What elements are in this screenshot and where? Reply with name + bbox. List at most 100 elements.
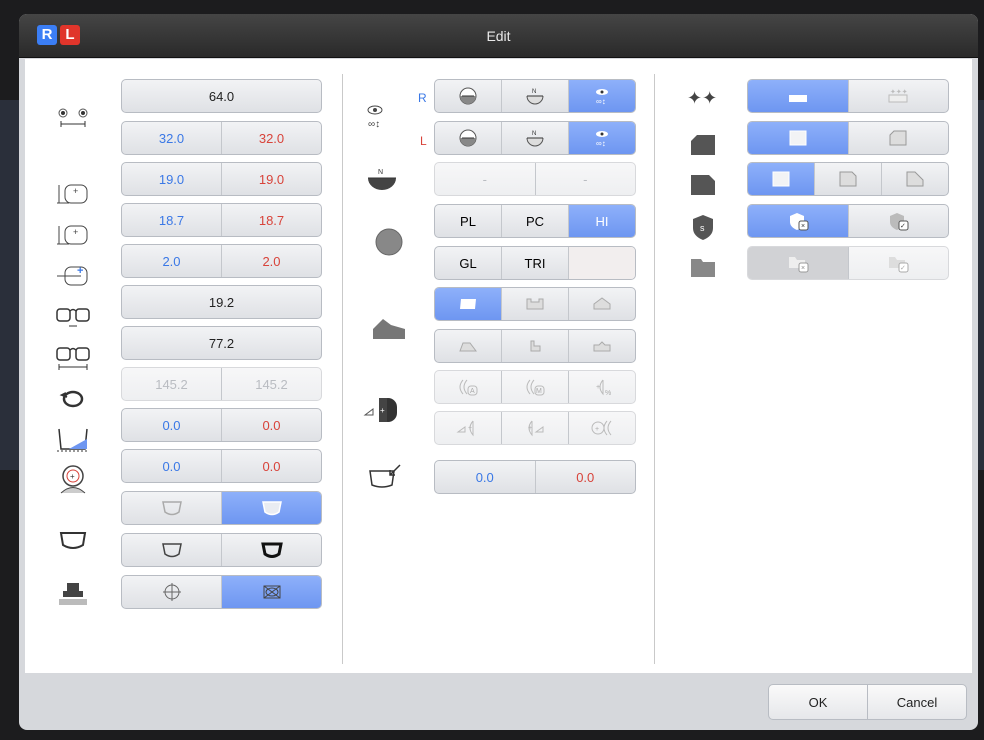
safety-off-option[interactable]: × — [748, 205, 848, 237]
folder-on-option: ✓ — [847, 247, 949, 279]
lens-shape-icon — [261, 501, 282, 516]
pd-total-field[interactable]: 64.0 — [121, 79, 322, 113]
svg-text:N: N — [532, 131, 536, 137]
rear-slope-icon — [906, 171, 924, 187]
edit-panel: + + + + 64.0 32.0 32.0 19.0 19.0 18.7 18… — [25, 59, 972, 673]
nasal-arrow-icon: N — [526, 131, 544, 147]
material-row-1[interactable]: PL PC HI — [434, 204, 636, 238]
box-height-right[interactable]: 18.7 — [122, 204, 221, 236]
svg-text:N: N — [532, 89, 536, 95]
decentration-right[interactable]: 2.0 — [122, 245, 221, 277]
rear-bevel-icon: + — [528, 420, 544, 437]
material-hi[interactable]: HI — [568, 205, 635, 237]
square-corner-option[interactable] — [748, 122, 848, 154]
tilt-field[interactable]: 0.0 0.0 — [121, 408, 322, 442]
svg-text:+: + — [468, 425, 472, 432]
material-pc[interactable]: PC — [501, 205, 568, 237]
right-nasal-option[interactable]: N — [501, 80, 568, 112]
fitting-height-right[interactable]: 19.0 — [122, 163, 221, 195]
polish-row[interactable]: ✦✦✦ — [747, 79, 949, 113]
box-center-icon — [263, 585, 280, 599]
face-form-field[interactable]: 0.0 0.0 — [121, 449, 322, 483]
no-polish-option[interactable] — [748, 80, 848, 112]
cancel-button[interactable]: Cancel — [867, 684, 967, 720]
nasal-field: - - — [434, 162, 636, 196]
metal-frame-icon — [161, 543, 182, 558]
face-form-icon: + — [53, 464, 93, 494]
half-circle-icon — [459, 87, 477, 105]
safety-on-option[interactable]: ✓ — [847, 205, 949, 237]
edge-type-row-1[interactable] — [434, 287, 636, 321]
svg-text:✦✦: ✦✦ — [687, 88, 717, 108]
step-edge-option[interactable] — [501, 330, 568, 362]
ok-label: OK — [808, 694, 828, 710]
center-blocking-option[interactable] — [122, 576, 221, 608]
rear-chamfer-option[interactable] — [814, 163, 881, 195]
rear-bevel-row[interactable] — [747, 162, 949, 196]
lens-size-left[interactable]: 0.0 — [534, 461, 636, 493]
bridge-width-field[interactable]: 19.2 — [121, 285, 322, 319]
right-eye-infinity-option[interactable]: ∞↕ — [568, 80, 635, 112]
left-half-circle-option[interactable] — [435, 122, 501, 154]
tilt-right[interactable]: 0.0 — [122, 409, 221, 441]
folder-check-icon: ✓ — [889, 257, 909, 273]
groove-edge-option[interactable] — [501, 288, 568, 320]
rear-square-option[interactable] — [748, 163, 814, 195]
material-empty — [568, 247, 635, 279]
left-eye-mode[interactable]: N ∞↕ — [434, 121, 636, 155]
auto-bevel-option: A — [435, 371, 501, 403]
edge-type-row-2[interactable] — [434, 329, 636, 363]
folder-x-icon: × — [788, 257, 809, 273]
decentration-left[interactable]: 2.0 — [221, 245, 321, 277]
right-eye-mode[interactable]: N ∞↕ — [434, 79, 636, 113]
safety-row[interactable]: × ✓ — [747, 204, 949, 238]
left-eye-infinity-option[interactable]: ∞↕ — [568, 122, 635, 154]
pd-right-value[interactable]: 32.0 — [122, 122, 221, 154]
box-height-left[interactable]: 18.7 — [221, 204, 321, 236]
plastic-frame-option[interactable] — [221, 534, 321, 566]
box-blocking-option[interactable] — [221, 576, 321, 608]
rimless-frame-option[interactable] — [122, 492, 221, 524]
mini-bevel-option[interactable] — [435, 330, 501, 362]
material-row-2[interactable]: GL TRI — [434, 246, 636, 280]
pd-left-value[interactable]: 32.0 — [221, 122, 321, 154]
material-pl[interactable]: PL — [435, 205, 501, 237]
blocking-row[interactable] — [121, 575, 322, 609]
fitting-height-icon: + — [53, 179, 93, 209]
ok-button[interactable]: OK — [768, 684, 868, 720]
nasal-arrow-icon: N — [526, 89, 544, 105]
material-tri[interactable]: TRI — [501, 247, 568, 279]
svg-text:+: + — [73, 186, 78, 196]
safety-bevel-row[interactable] — [747, 121, 949, 155]
lens-size-right[interactable]: 0.0 — [435, 461, 535, 493]
right-half-circle-option[interactable] — [435, 80, 501, 112]
lens-size-field[interactable]: 0.0 0.0 — [434, 460, 636, 494]
pd-split-field[interactable]: 32.0 32.0 — [121, 121, 322, 155]
svg-text:N: N — [378, 169, 383, 176]
edit-dialog: R L Edit + + + + 64.0 32.0 32.0 19.0 19.… — [19, 14, 978, 730]
mini-bevel-icon — [459, 342, 477, 352]
left-nasal-option[interactable]: N — [501, 122, 568, 154]
blocking-icon — [53, 579, 93, 609]
box-height-field[interactable]: 18.7 18.7 — [121, 203, 322, 237]
frame-width-field[interactable]: 77.2 — [121, 326, 322, 360]
fitting-height-field[interactable]: 19.0 19.0 — [121, 162, 322, 196]
flat-edge-option[interactable] — [435, 288, 501, 320]
decentration-field[interactable]: 2.0 2.0 — [121, 244, 322, 278]
metal-frame-option[interactable] — [122, 534, 221, 566]
face-form-left[interactable]: 0.0 — [221, 450, 321, 482]
bevel-edge-option[interactable] — [568, 288, 635, 320]
bridge-width-icon — [53, 302, 93, 332]
dialog-title: Edit — [486, 28, 511, 44]
fitting-height-left[interactable]: 19.0 — [221, 163, 321, 195]
rear-slope-option[interactable] — [881, 163, 948, 195]
material-gl[interactable]: GL — [435, 247, 501, 279]
frame-type-row-1[interactable] — [121, 491, 322, 525]
frame-type-row-2[interactable] — [121, 533, 322, 567]
low-bevel-option[interactable] — [568, 330, 635, 362]
tilt-left[interactable]: 0.0 — [221, 409, 321, 441]
lens-only-option[interactable] — [221, 492, 321, 524]
face-form-right[interactable]: 0.0 — [122, 450, 221, 482]
chamfer-corner-option[interactable] — [847, 122, 949, 154]
polish-option[interactable]: ✦✦✦ — [847, 80, 949, 112]
